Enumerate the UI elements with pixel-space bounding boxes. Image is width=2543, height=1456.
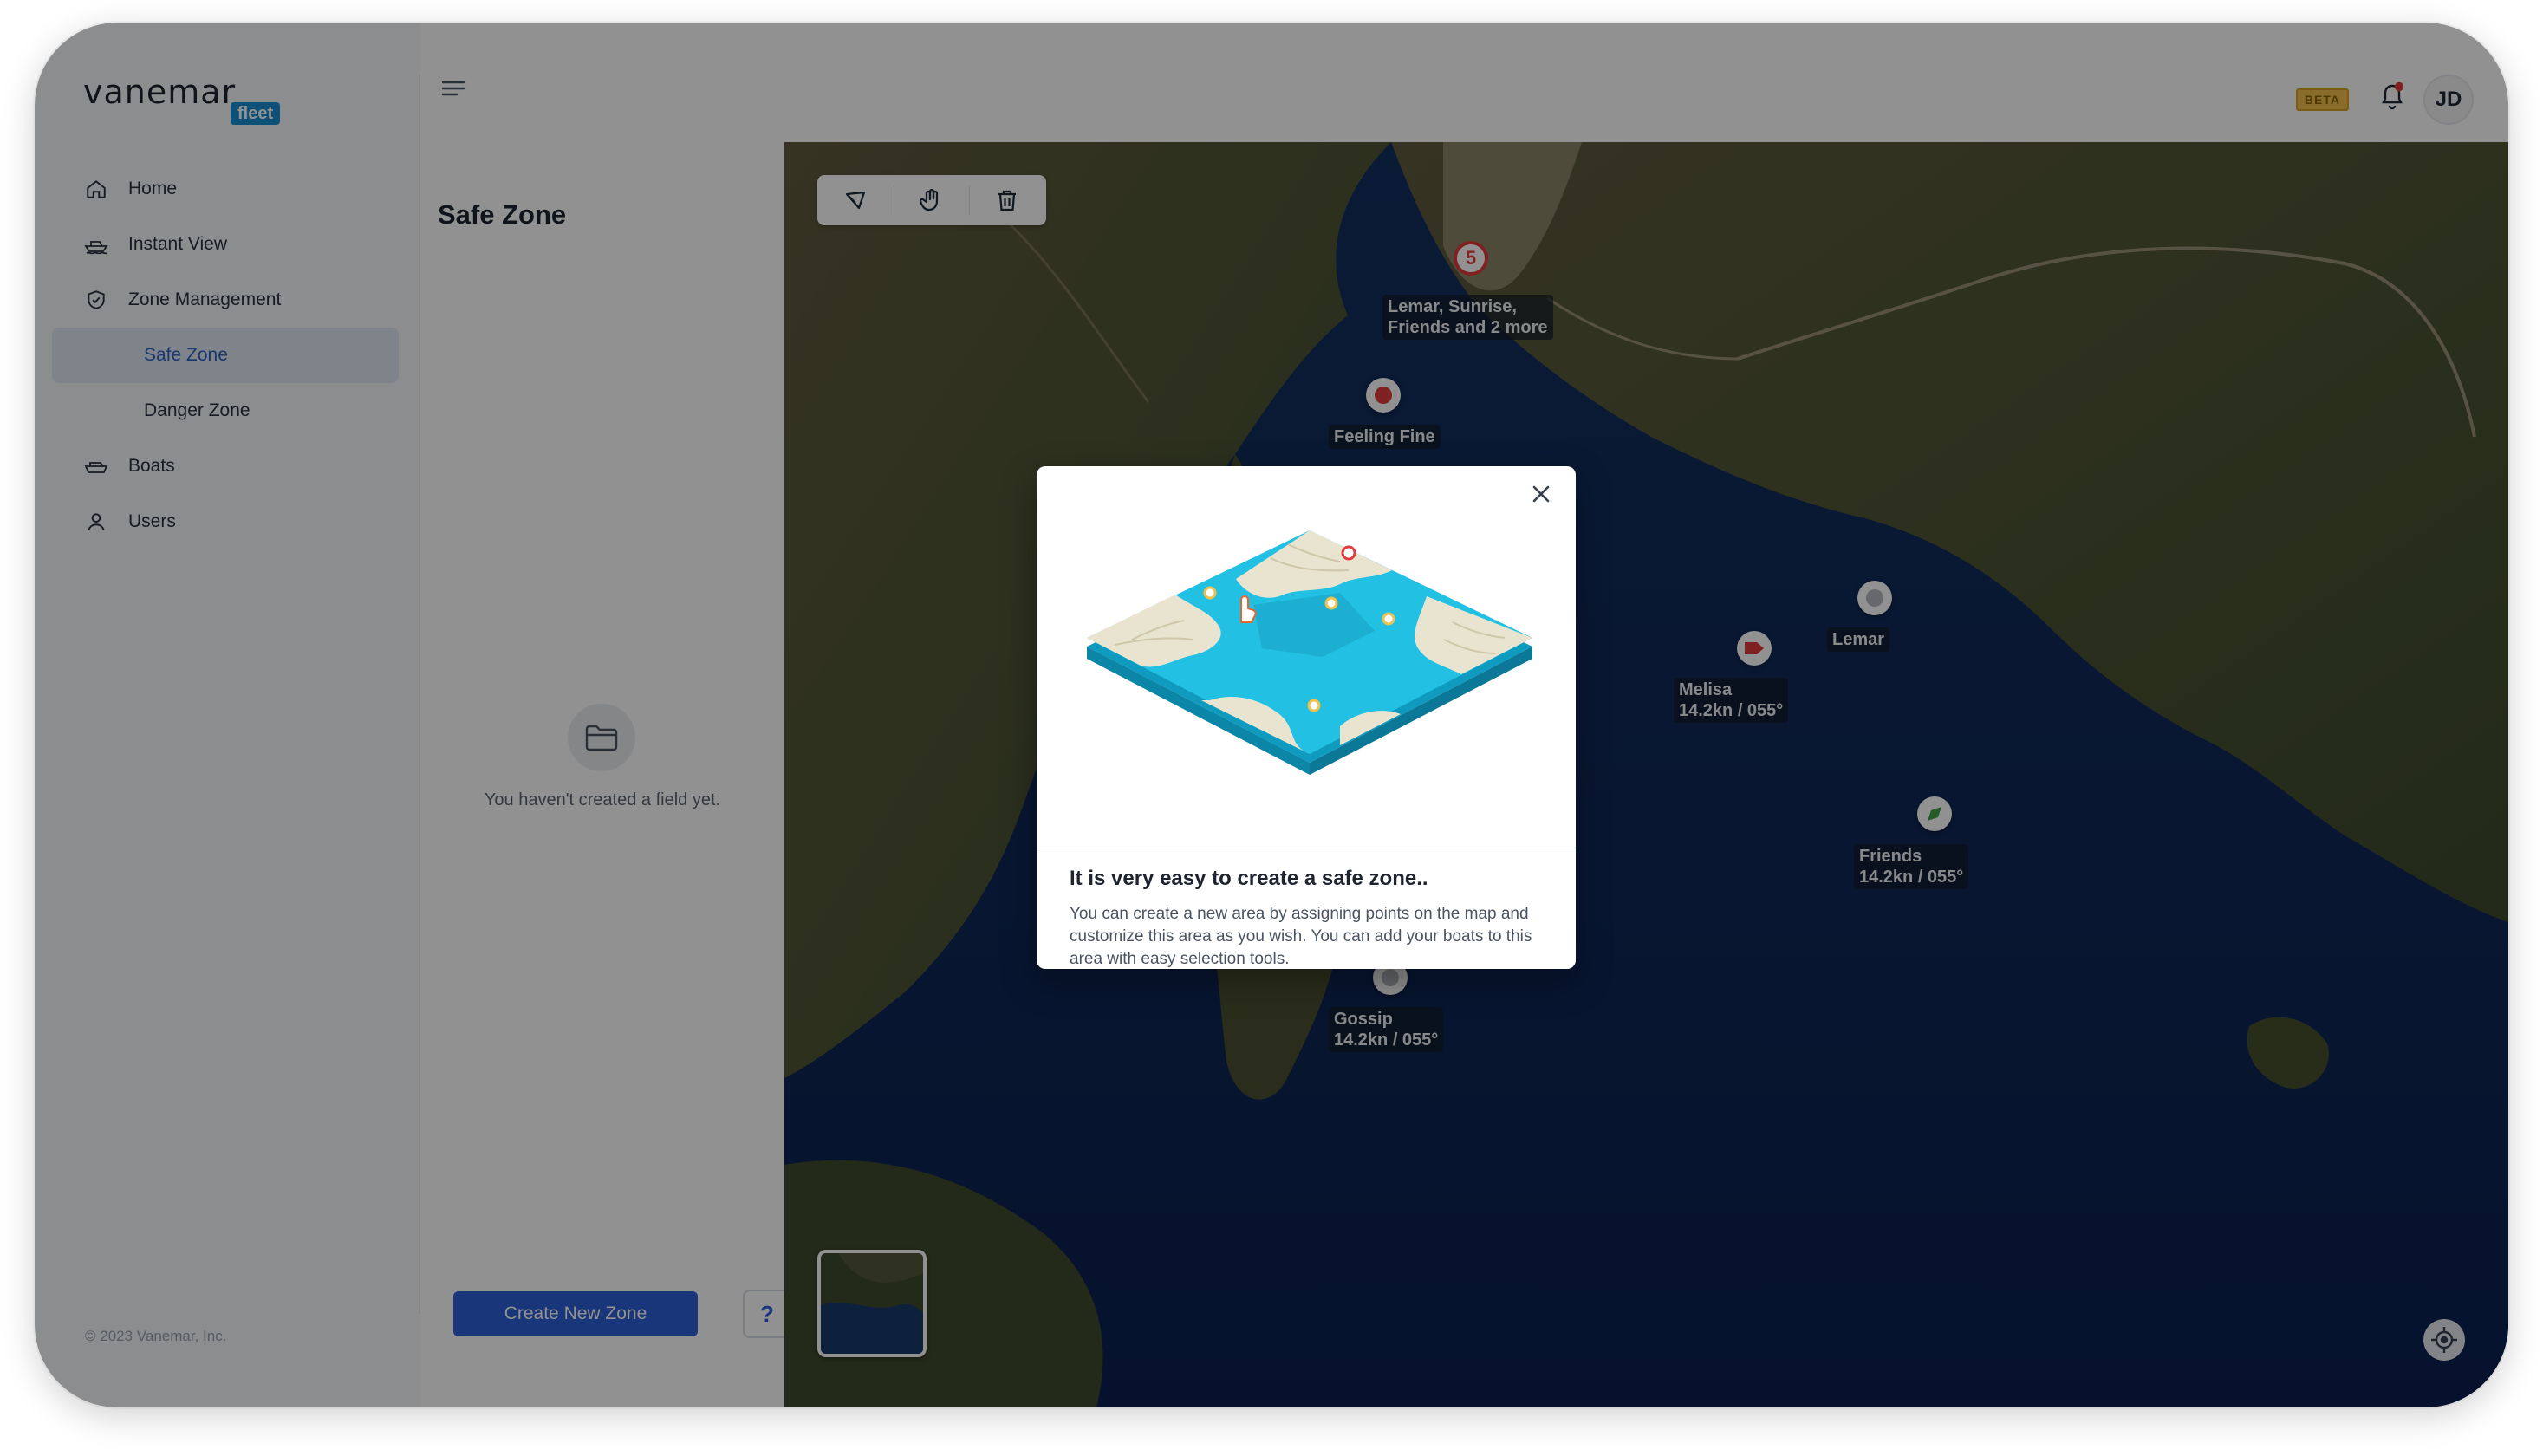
app-window: vanemar fleet Home Instant View Zone Man… xyxy=(35,23,2508,1407)
safe-zone-illustration xyxy=(1080,510,1539,787)
close-icon[interactable] xyxy=(1525,478,1557,510)
modal-title: It is very easy to create a safe zone.. xyxy=(1070,867,1428,890)
modal-description: You can create a new area by assigning p… xyxy=(1070,905,1532,968)
onboarding-modal: It is very easy to create a safe zone.. … xyxy=(1037,466,1576,969)
